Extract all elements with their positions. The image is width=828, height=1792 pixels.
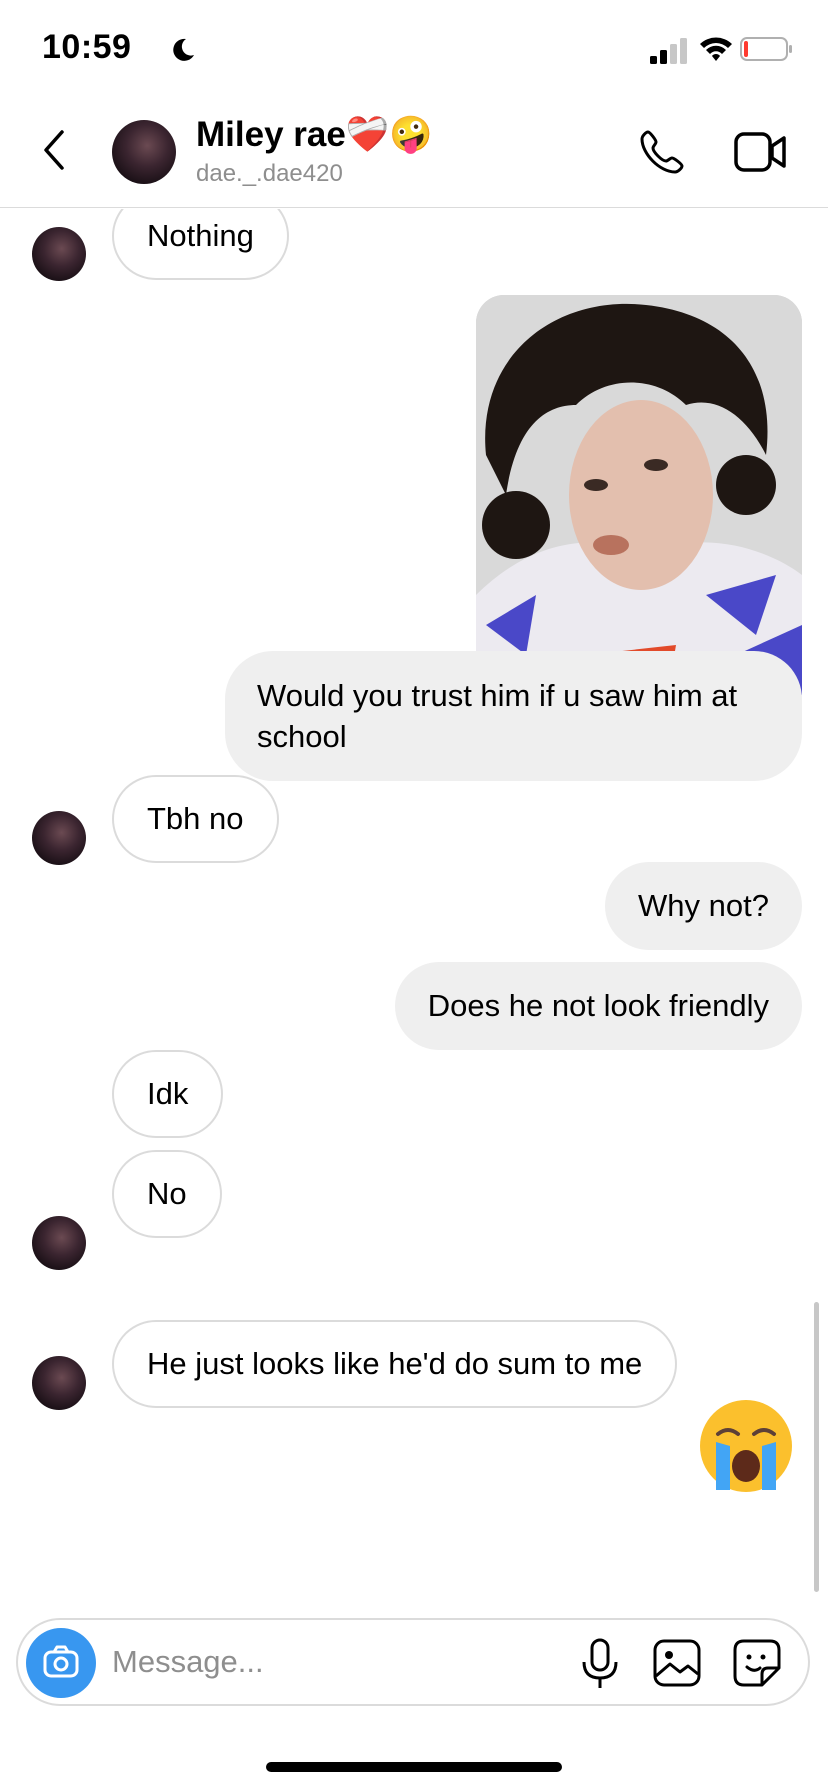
chat-header: Miley rae❤️‍🩹🤪 dae._.dae420: [0, 92, 828, 208]
gallery-icon[interactable]: [652, 1638, 702, 1688]
scrollbar[interactable]: [814, 1302, 819, 1592]
camera-icon: [43, 1645, 79, 1678]
signal-icon: [650, 38, 687, 64]
sender-avatar[interactable]: [32, 1356, 86, 1410]
outgoing-message[interactable]: Would you trust him if u saw him at scho…: [225, 651, 802, 781]
status-bar: 10:59: [0, 0, 828, 92]
incoming-message[interactable]: No: [112, 1150, 222, 1238]
sender-avatar[interactable]: [32, 1216, 86, 1270]
sender-avatar[interactable]: [32, 811, 86, 865]
camera-button[interactable]: [26, 1628, 96, 1698]
outgoing-message[interactable]: Does he not look friendly: [394, 962, 802, 1050]
outgoing-message[interactable]: Why not?: [605, 862, 802, 950]
incoming-message[interactable]: Nothing: [112, 209, 289, 280]
back-icon[interactable]: [38, 124, 70, 176]
sticker-icon[interactable]: [732, 1638, 782, 1688]
message-input[interactable]: [112, 1636, 492, 1688]
contact-avatar[interactable]: [112, 120, 176, 184]
contact-handle: dae._.dae420: [196, 160, 343, 187]
contact-name[interactable]: Miley rae❤️‍🩹🤪: [196, 114, 433, 155]
incoming-message[interactable]: Idk: [112, 1050, 224, 1138]
phone-icon[interactable]: [638, 128, 686, 176]
mic-icon[interactable]: [580, 1638, 620, 1690]
moon-icon: [173, 38, 194, 61]
incoming-message[interactable]: He just looks like he'd do sum to me: [112, 1320, 678, 1408]
wifi-icon: [700, 37, 732, 61]
message-thread[interactable]: Nothing Would you trust him if u saw him…: [0, 209, 828, 1609]
message-composer: [16, 1618, 810, 1706]
status-time: 10:59: [42, 28, 132, 66]
incoming-message[interactable]: Tbh no: [112, 775, 279, 863]
sender-avatar[interactable]: [32, 227, 86, 281]
home-indicator[interactable]: [266, 1762, 562, 1772]
video-icon[interactable]: [734, 130, 786, 174]
battery-icon: [740, 37, 792, 61]
crying-emoji-message[interactable]: [698, 1398, 794, 1494]
